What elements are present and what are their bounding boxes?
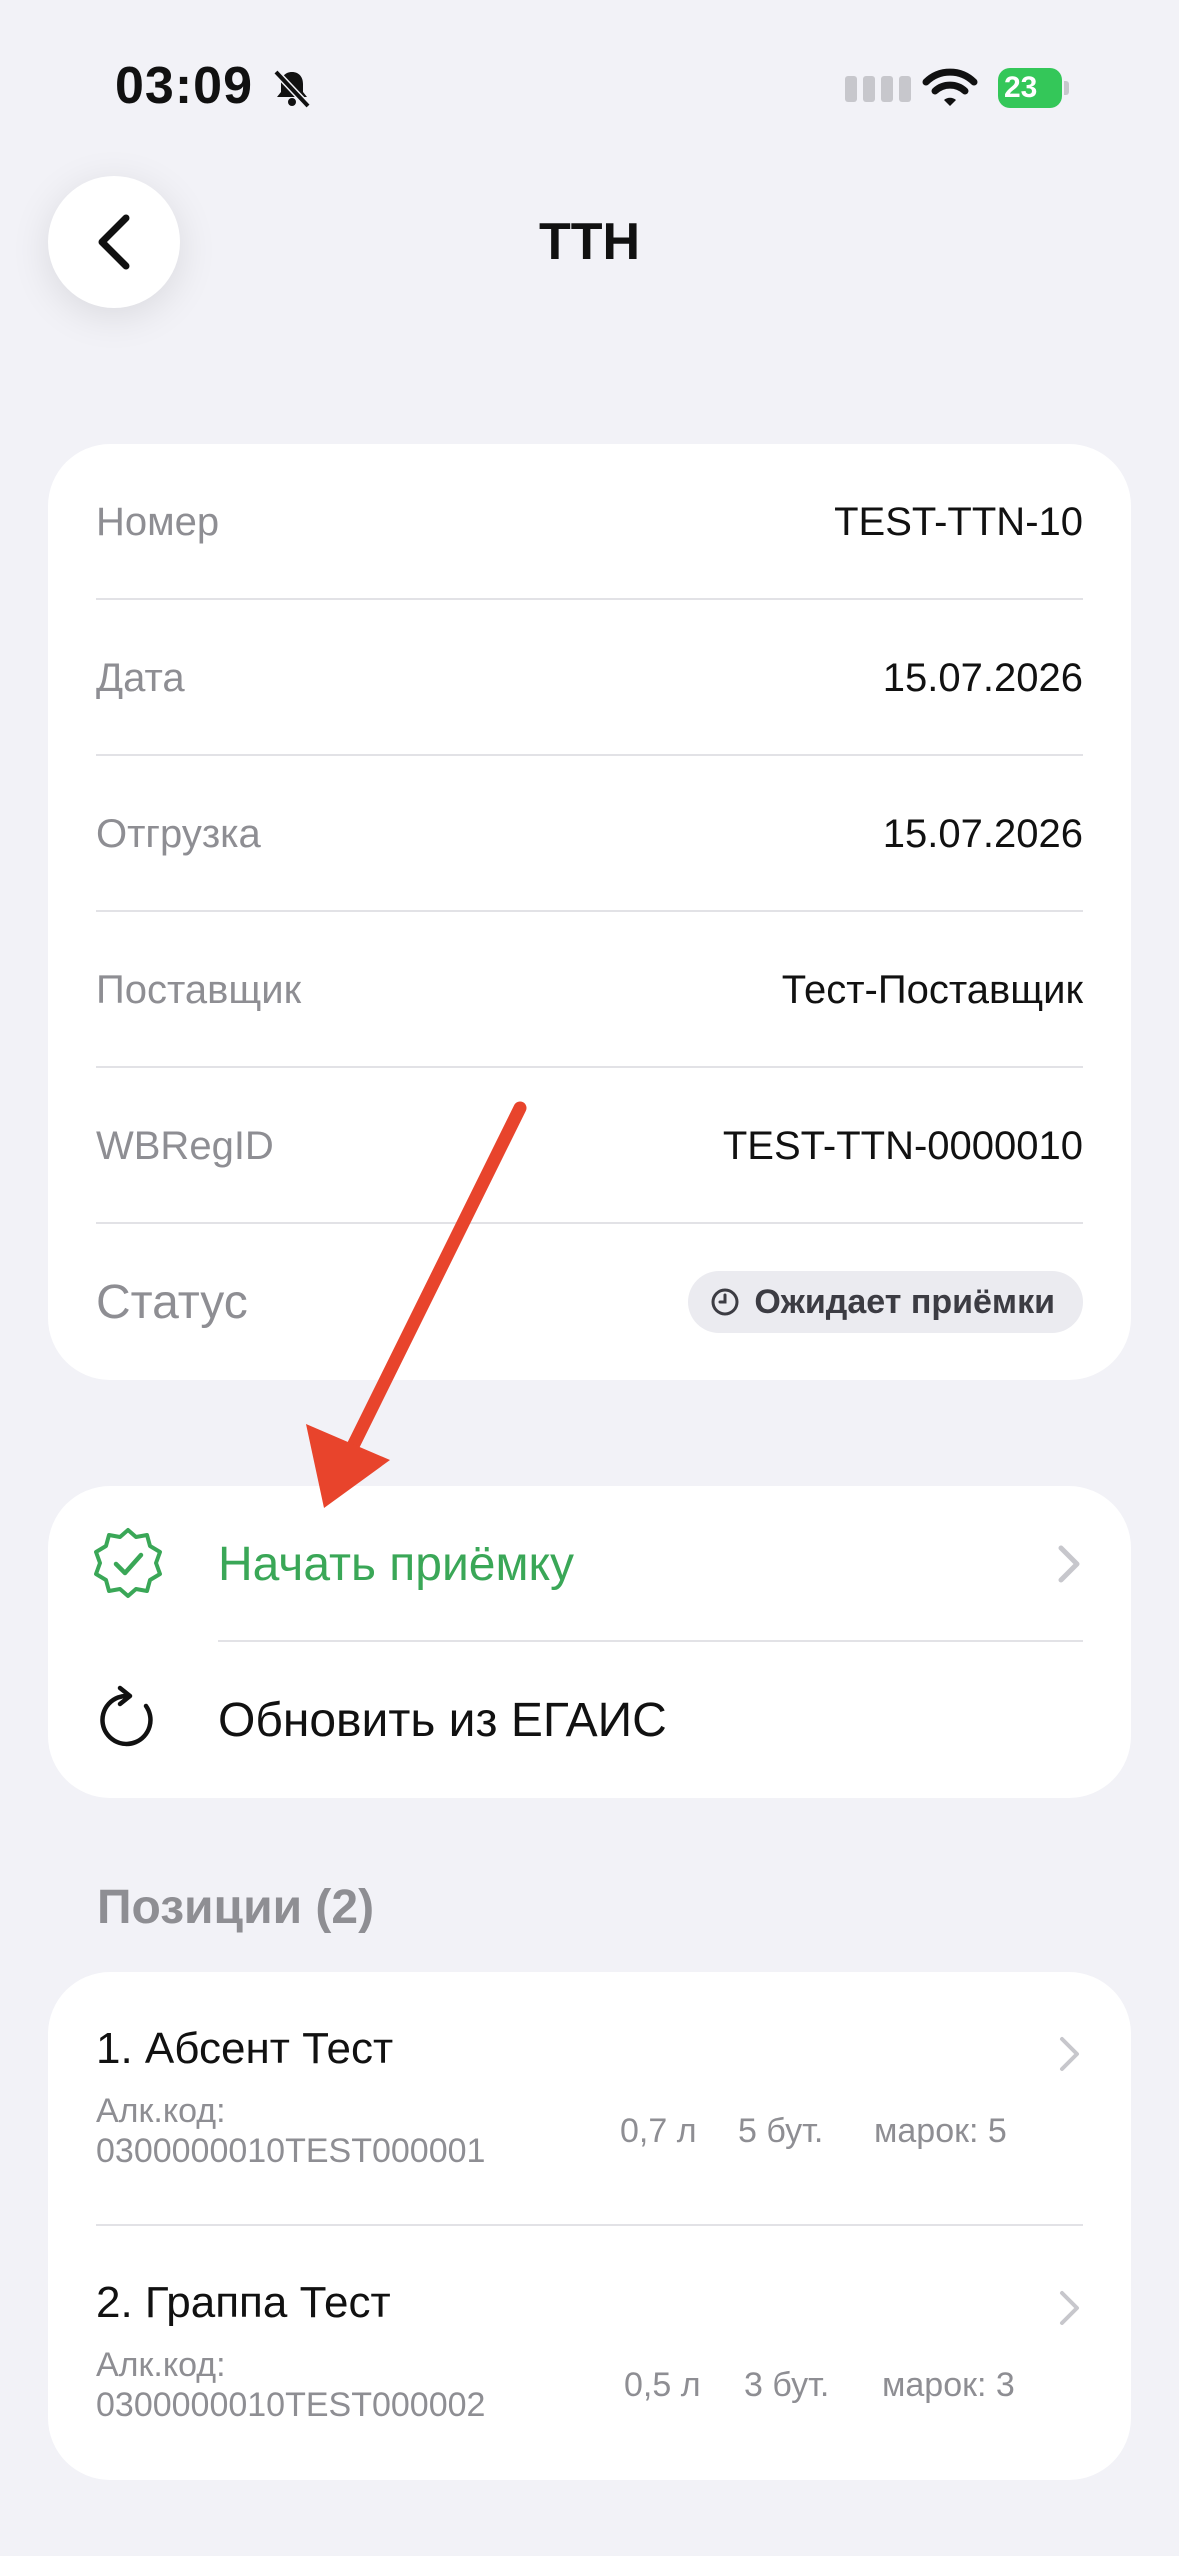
status-bar: 03:09 23 [0, 0, 1179, 150]
list-item[interactable]: 1. Абсент Тест Алк.код: 0300000010TEST00… [96, 1972, 1083, 2226]
item-marks: марок: 3 [882, 2366, 1015, 2404]
chevron-right-icon [1060, 2291, 1079, 2325]
list-item[interactable]: 2. Граппа Тест Алк.код: 0300000010TEST00… [96, 2226, 1083, 2480]
positions-section-title: Позиции (2) [97, 1881, 375, 1934]
item-volume: 0,7 л [620, 2112, 697, 2150]
item-marks: марок: 5 [874, 2112, 1007, 2150]
item-code: 0300000010TEST000002 [96, 2386, 486, 2424]
info-row-shipment: Отгрузка 15.07.2026 [96, 756, 1083, 912]
info-label: WBRegID [96, 1123, 274, 1168]
info-value: 15.07.2026 [882, 655, 1083, 700]
refresh-from-egais-button[interactable]: Обновить из ЕГАИС [48, 1642, 1131, 1798]
status-value: Ожидает приёмки [754, 1282, 1055, 1321]
status-label: Статус [96, 1275, 248, 1329]
info-row-supplier: Поставщик Тест-Поставщик [96, 912, 1083, 1068]
item-title: 2. Граппа Тест [96, 2278, 391, 2327]
info-label: Дата [96, 655, 185, 700]
info-label: Отгрузка [96, 811, 261, 856]
item-code-label: Алк.код: [96, 2346, 226, 2384]
verified-badge-icon [94, 1528, 162, 1598]
start-receiving-button[interactable]: Начать приёмку [48, 1486, 1131, 1642]
document-info-card: Номер TEST-TTN-10 Дата 15.07.2026 Отгруз… [48, 444, 1131, 1380]
info-row-number: Номер TEST-TTN-10 [96, 444, 1083, 600]
chevron-right-icon [1058, 1545, 1080, 1583]
wifi-icon [922, 68, 978, 106]
info-row-date: Дата 15.07.2026 [96, 600, 1083, 756]
page-title: ТТН [538, 213, 641, 271]
info-row-wbregid: WBRegID TEST-TTN-0000010 [96, 1068, 1083, 1224]
item-title: 1. Абсент Тест [96, 2024, 394, 2073]
refresh-label: Обновить из ЕГАИС [218, 1693, 667, 1747]
info-label: Номер [96, 499, 220, 544]
bell-muted-icon [273, 69, 311, 109]
status-time: 03:09 [115, 57, 253, 115]
chevron-right-icon [1060, 2037, 1079, 2071]
item-quantity: 3 бут. [744, 2366, 830, 2404]
battery-icon: 23 [998, 68, 1070, 108]
info-label: Поставщик [96, 967, 302, 1012]
refresh-icon [100, 1685, 153, 1747]
battery-level: 23 [1004, 71, 1038, 104]
item-quantity: 5 бут. [738, 2112, 824, 2150]
cellular-signal-icon [845, 76, 911, 102]
start-receiving-label: Начать приёмку [218, 1537, 575, 1591]
info-value: 15.07.2026 [882, 811, 1083, 856]
info-value: Тест-Поставщик [781, 967, 1083, 1012]
info-value: TEST-TTN-10 [834, 499, 1083, 544]
info-value: TEST-TTN-0000010 [722, 1123, 1083, 1168]
positions-list: 1. Абсент Тест Алк.код: 0300000010TEST00… [48, 1972, 1131, 2480]
actions-card: Начать приёмку Обновить из ЕГАИС [48, 1486, 1131, 1798]
item-code-label: Алк.код: [96, 2092, 226, 2130]
info-row-status: Статус Ожидает приёмки [96, 1224, 1083, 1380]
item-code: 0300000010TEST000001 [96, 2132, 486, 2170]
item-volume: 0,5 л [624, 2366, 701, 2404]
clock-icon [711, 1288, 739, 1316]
status-badge: Ожидает приёмки [688, 1271, 1083, 1333]
